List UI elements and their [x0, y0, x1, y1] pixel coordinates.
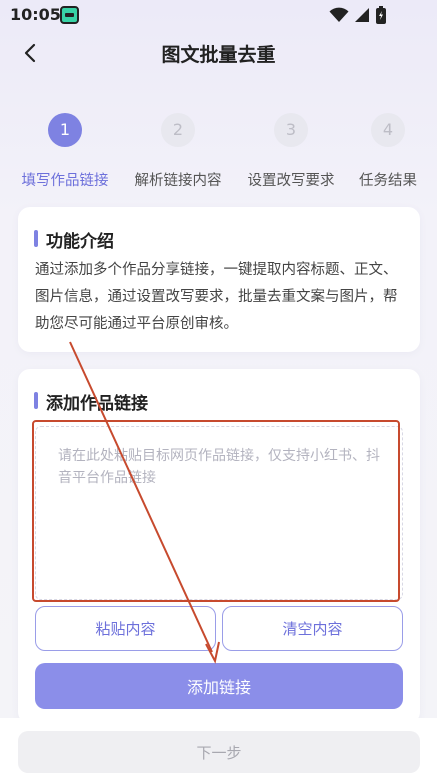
intro-title: 功能介绍: [46, 232, 114, 252]
intro-text: 通过添加多个作品分享链接，一键提取内容标题、正文、图片信息，通过设置改写要求，批…: [35, 262, 398, 332]
status-bar: 10:05: [0, 0, 437, 32]
link-title: 添加作品链接: [46, 394, 148, 414]
app-badge-icon: [60, 6, 79, 24]
signal-icon: [355, 8, 369, 22]
status-icons: [329, 5, 409, 25]
paste-button[interactable]: 粘贴内容: [35, 606, 216, 651]
step-3: 3 设置改写要求: [236, 113, 346, 190]
step-4-label: 任务结果: [359, 173, 417, 189]
page-title: 图文批量去重: [161, 44, 276, 66]
intro-card: 功能介绍 通过添加多个作品分享链接，一键提取内容标题、正文、图片信息，通过设置改…: [18, 207, 420, 352]
next-step-button[interactable]: 下一步: [18, 731, 420, 773]
step-3-label: 设置改写要求: [247, 173, 335, 189]
link-card: 添加作品链接 粘贴内容 清空内容 添加链接: [18, 369, 420, 724]
step-3-circle: 3: [274, 113, 308, 147]
step-1-circle: 1: [48, 113, 82, 147]
step-1-label: 填写作品链接: [21, 173, 109, 189]
step-4-circle: 4: [371, 113, 405, 147]
bottom-bar: 下一步: [0, 718, 437, 777]
battery-icon: [376, 6, 386, 24]
step-indicator: 1 填写作品链接 2 解析链接内容 3 设置改写要求 4 任务结果: [0, 113, 437, 193]
wifi-icon: [329, 7, 349, 22]
step-1: 1 填写作品链接: [10, 113, 120, 190]
link-title-accent: [34, 392, 38, 409]
add-link-button[interactable]: 添加链接: [35, 663, 403, 709]
clear-button[interactable]: 清空内容: [222, 606, 403, 651]
link-input[interactable]: [35, 426, 403, 600]
step-2-label: 解析链接内容: [134, 173, 222, 189]
intro-title-accent: [34, 230, 38, 247]
app-header: 图文批量去重: [0, 33, 437, 73]
step-2-circle: 2: [161, 113, 195, 147]
status-time: 10:05: [10, 5, 61, 24]
step-2: 2 解析链接内容: [123, 113, 233, 190]
step-4: 4 任务结果: [333, 113, 437, 190]
